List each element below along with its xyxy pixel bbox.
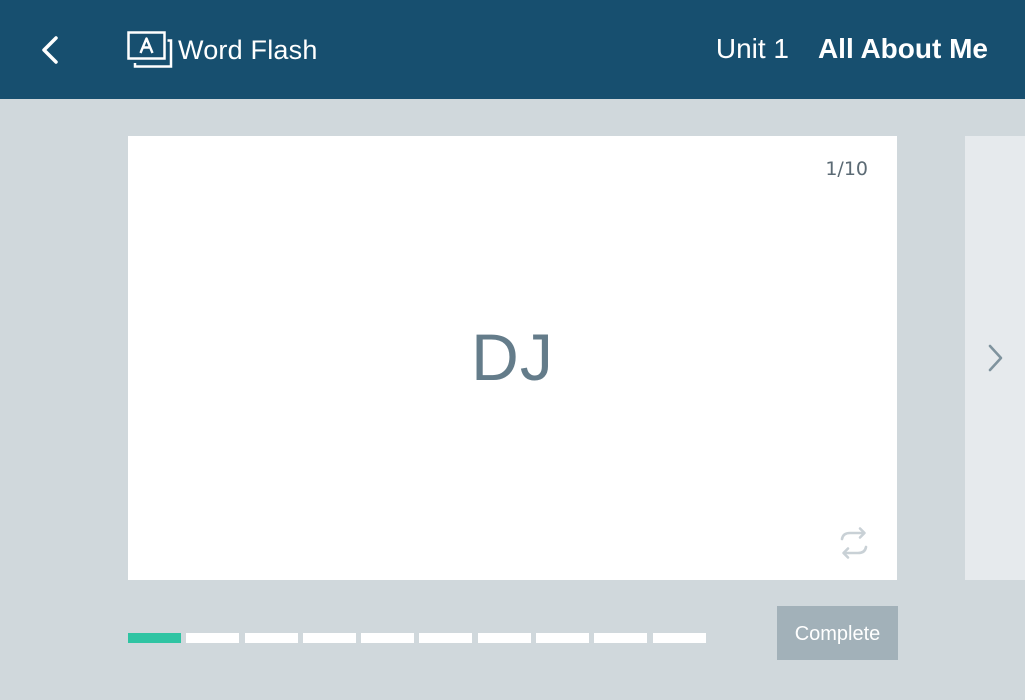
flash-card[interactable]: 1/10 DJ [128, 136, 897, 580]
chevron-right-icon [988, 344, 1003, 372]
header-bar: Word Flash Unit 1 All About Me [0, 0, 1025, 99]
unit-title: All About Me [817, 33, 988, 64]
word-flash-logo-icon [127, 31, 173, 68]
progress-segment [477, 633, 531, 643]
back-button[interactable] [30, 28, 70, 72]
progress-segment [419, 633, 473, 643]
progress-bar [128, 633, 711, 643]
progress-segment [128, 633, 181, 643]
progress-segment [186, 633, 240, 643]
flip-icon [840, 527, 868, 559]
word-flash-app: Word Flash Unit 1 All About Me 1/10 DJ C… [0, 0, 1025, 700]
progress-segment [536, 633, 590, 643]
app-title: Word Flash [178, 35, 318, 65]
progress-segment [652, 633, 706, 643]
flip-button[interactable] [834, 525, 874, 565]
chevron-left-icon [42, 36, 58, 64]
next-card-button[interactable] [965, 136, 1025, 580]
card-word: DJ [471, 320, 554, 394]
progress-segment [594, 633, 648, 643]
progress-segment [244, 633, 298, 643]
progress-segment [361, 633, 415, 643]
card-counter: 1/10 [825, 158, 868, 180]
unit-label: Unit 1 [715, 33, 789, 64]
complete-button[interactable]: Complete [777, 606, 898, 660]
progress-segment [302, 633, 356, 643]
